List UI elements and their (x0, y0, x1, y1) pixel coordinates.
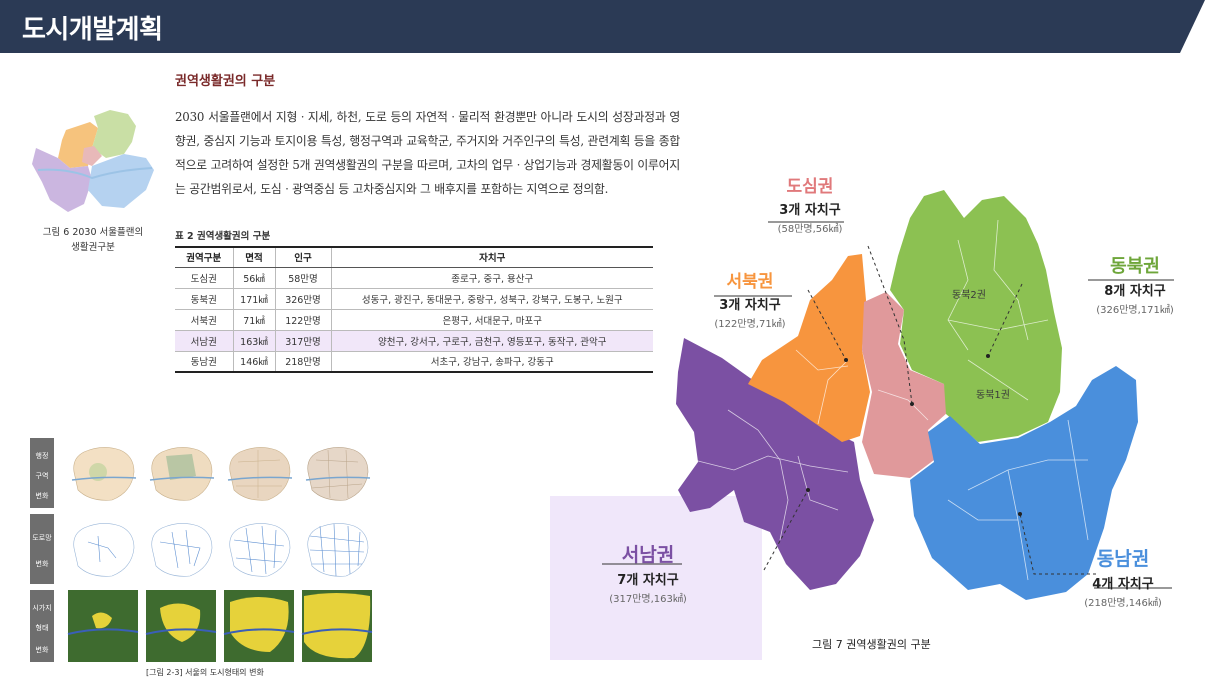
table-cell: 58만명 (274, 267, 331, 289)
table-cell: 71㎢ (232, 309, 275, 331)
title-bar-shape (0, 0, 1205, 53)
callout-dongbuk: 동북권 8개 자치구 (326만명,171㎢) (1080, 252, 1190, 316)
region-district-count: 3개 자치구 (779, 203, 841, 218)
callout-doshim: 도심권 3개 자치구 (58만명,56㎢) (760, 172, 860, 235)
table-caption: 표 2 권역생활권의 구분 (175, 231, 271, 242)
row-label-text: 도로망 (32, 533, 52, 542)
evolution-caption: [그림 2-3] 서울의 도시형태의 변화 (146, 668, 264, 677)
table-cell: 도심권 (175, 267, 233, 289)
table-cell: 326만명 (274, 288, 331, 310)
row-label-text: 구역 (36, 471, 49, 480)
region-name: 동북권 (1110, 256, 1160, 277)
region-stat: (326만명,171㎢) (1096, 305, 1174, 316)
region-name: 서북권 (726, 272, 774, 292)
figure6-caption-line1: 그림 6 2030 서울플랜의 (42, 227, 144, 238)
region-district-count: 8개 자치구 (1104, 284, 1166, 299)
table-cell: 56㎢ (232, 267, 275, 289)
region-stat: (122만명,71㎢) (714, 319, 786, 330)
figure7-caption: 그림 7 권역생활권의 구분 (812, 638, 931, 651)
region-district-count: 3개 자치구 (719, 298, 781, 313)
table-cell: 317만명 (274, 330, 331, 352)
region-stat: (317만명,163㎢) (609, 594, 687, 605)
region-stat: (58만명,56㎢) (777, 224, 843, 235)
table-cell: 146㎢ (232, 351, 275, 373)
callout-seobuk: 서북권 3개 자치구 (122만명,71㎢) (700, 267, 800, 330)
map-label-dongbuk2: 동북2권 (952, 290, 986, 301)
callout-seonam: 서남권 7개 자치구 (317만명,163㎢) (598, 540, 698, 605)
row-label-text: 변화 (36, 492, 49, 500)
figure6-caption: 그림 6 2030 서울플랜의 생활권구분 (18, 225, 168, 255)
table-cell: 171㎢ (232, 288, 275, 310)
title-bar: 도시개발계획 (0, 0, 1216, 53)
figure6-caption-line2: 생활권구분 (71, 242, 115, 253)
row-label-text: 변화 (36, 646, 49, 654)
page-title: 도시개발계획 (22, 15, 163, 45)
section-heading: 권역생활권의 구분 (175, 74, 276, 89)
region-name: 동남권 (1096, 548, 1150, 570)
region-name: 도심권 (786, 177, 834, 197)
table-header-cell: 인구 (274, 246, 331, 268)
callout-dongnam: 동남권 4개 자치구 (218만명,146㎢) (1068, 544, 1178, 609)
table-header-cell: 권역구분 (175, 246, 233, 268)
urban-form-thumbnails (67, 590, 373, 662)
table-header-cell: 면적 (232, 246, 275, 268)
region-stat: (218만명,146㎢) (1084, 598, 1162, 609)
row-label-box (30, 514, 54, 584)
region-district-count: 4개 자치구 (1092, 577, 1154, 592)
row-label-text: 시가지 (32, 603, 51, 612)
row-label-text: 변화 (36, 560, 49, 568)
table-cell: 서북권 (175, 309, 233, 331)
seoul-thumbnail-map (28, 108, 158, 220)
row-label-text: 행정 (36, 451, 49, 460)
table-cell: 동남권 (175, 351, 233, 373)
table-cell: 동북권 (175, 288, 233, 310)
region-district-count: 7개 자치구 (617, 573, 679, 588)
table-cell: 218만명 (274, 351, 331, 373)
admin-map-thumbnails (71, 447, 371, 501)
row-label-text: 형태 (36, 624, 49, 632)
region-name: 서남권 (621, 544, 675, 566)
road-map-thumbnails (73, 523, 369, 577)
map-label-dongbuk1: 동북1권 (976, 390, 1010, 401)
urban-evolution-panel: 행정 구역 변화 도로망 변화 시가지 형태 변화 (30, 438, 380, 664)
table-cell: 122만명 (274, 309, 331, 331)
table-cell: 서남권 (175, 330, 233, 352)
table-cell: 163㎢ (232, 330, 275, 352)
